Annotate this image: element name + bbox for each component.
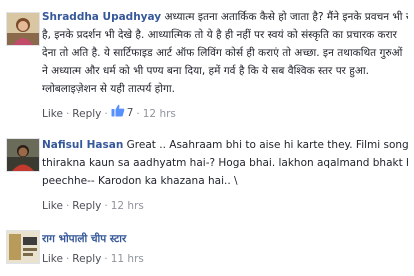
reply-button[interactable]: Reply [72,253,101,265]
reply-button[interactable]: Reply [72,108,101,120]
avatar[interactable] [6,138,40,172]
like-count[interactable]: 7 [111,104,134,122]
comment-text-line: है, इनके प्रदर्शन भी देखे है. आध्यात्मिक… [42,29,397,41]
reply-button[interactable]: Reply [72,200,101,212]
avatar[interactable] [6,12,40,46]
comment-text-line: peechhe-- Karodon ka khazana hai.. \ [42,175,238,187]
like-button[interactable]: Like [42,253,63,265]
comment-text-line: thirakna kaun sa aadhyatm hai-? Hoga bha… [42,157,408,169]
comment-time[interactable]: 12 hrs [111,200,144,212]
like-button[interactable]: Like [42,108,63,120]
comment-author[interactable]: Nafisul Hasan [42,139,123,151]
comment-text-line: ने अध्यात्म और धर्म को भी पण्य बना दिया,… [42,65,369,77]
comment-text-line: अध्यात्म इतना अतार्किक कैसे हो जाता है? … [164,11,408,23]
like-count-value: 7 [126,107,134,119]
comment-text-line: देना तो अति है. ये सार्टिफाइड आर्ट ऑफ लि… [42,47,403,59]
avatar[interactable] [6,230,40,264]
comment-text-line: ग्लोबलाइज़ेशन से यही तात्पर्य होगा. [42,83,175,95]
comment-author[interactable]: राग भोपाली चीप स्टार [42,233,126,245]
like-button[interactable]: Like [42,200,63,212]
comment-time[interactable]: 11 hrs [111,253,144,265]
comment-time[interactable]: 12 hrs [143,108,176,120]
comment-text-line: Great .. Asahraam bhi to aise hi karte t… [126,139,408,151]
thumbs-up-icon [111,104,127,122]
comment-author[interactable]: Shraddha Upadhyay [42,11,161,23]
